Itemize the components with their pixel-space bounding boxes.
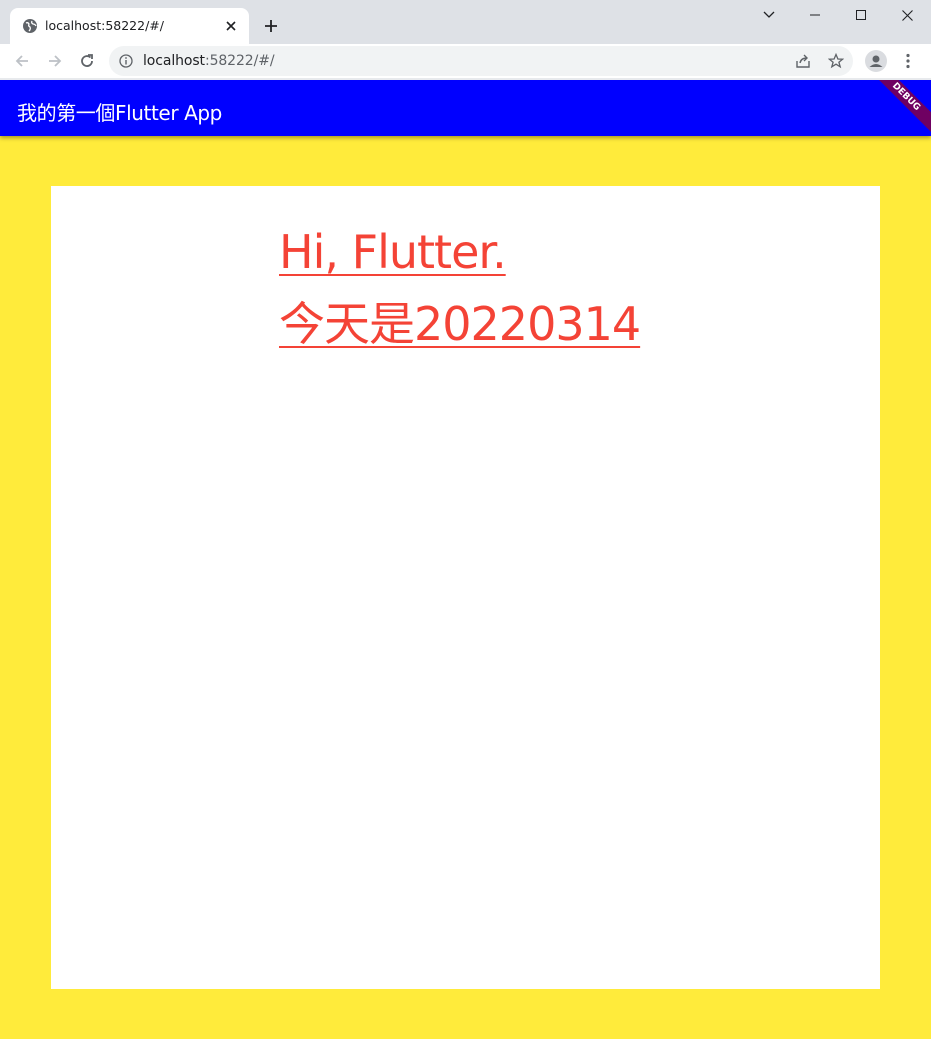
app-bar: 我的第一個Flutter App bbox=[0, 80, 931, 136]
url-text[interactable]: localhost:58222/#/ bbox=[143, 53, 275, 69]
minimize-icon[interactable] bbox=[792, 0, 838, 30]
star-icon[interactable] bbox=[826, 51, 846, 71]
forward-arrow-icon[interactable] bbox=[43, 49, 67, 73]
info-icon[interactable] bbox=[119, 54, 133, 68]
greeting-line-1: Hi, Flutter. bbox=[279, 225, 507, 279]
greeting-line-2: 今天是20220314 bbox=[279, 297, 641, 351]
more-vert-icon[interactable] bbox=[896, 49, 920, 73]
url-path: :58222/#/ bbox=[204, 53, 275, 69]
address-bar[interactable]: localhost:58222/#/ bbox=[109, 46, 853, 76]
app-title: 我的第一個Flutter App bbox=[17, 101, 222, 125]
greeting-text: Hi, Flutter. 今天是20220314 bbox=[279, 216, 641, 360]
content-panel: Hi, Flutter. 今天是20220314 bbox=[51, 186, 880, 989]
maximize-icon[interactable] bbox=[838, 0, 884, 30]
chevron-down-icon[interactable] bbox=[746, 0, 792, 30]
globe-icon bbox=[22, 18, 38, 34]
browser-toolbar: localhost:58222/#/ bbox=[0, 44, 931, 78]
window-close-icon[interactable] bbox=[884, 0, 930, 30]
close-icon[interactable] bbox=[221, 16, 241, 36]
profile-icon[interactable] bbox=[864, 49, 888, 73]
back-arrow-icon[interactable] bbox=[10, 49, 34, 73]
plus-icon[interactable] bbox=[259, 14, 283, 38]
app-viewport: 我的第一個Flutter App DEBUG Hi, Flutter. 今天是2… bbox=[0, 80, 931, 1039]
url-host: localhost bbox=[143, 53, 205, 69]
share-icon[interactable] bbox=[793, 51, 813, 71]
tab-strip: localhost:58222/#/ bbox=[0, 0, 931, 44]
reload-icon[interactable] bbox=[75, 49, 99, 73]
tab-title: localhost:58222/#/ bbox=[45, 18, 164, 33]
browser-tab[interactable]: localhost:58222/#/ bbox=[10, 8, 249, 44]
